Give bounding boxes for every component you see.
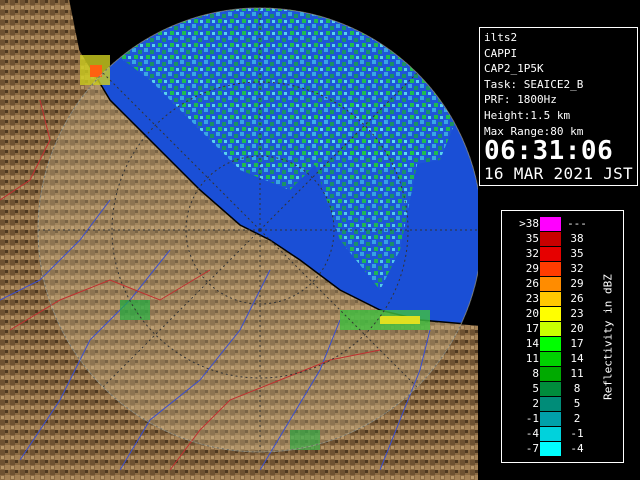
legend-unit-label: Reflectivity in dBZ — [601, 274, 615, 400]
reflectivity-legend: >38 --- 35 38 32 35 29 32 26 29 23 26 20 23 17 20 14 17 11… — [501, 210, 624, 463]
legend-row: 25 — [502, 397, 592, 411]
legend-high-value: --- — [567, 217, 587, 230]
radar-name: ilts2 — [484, 31, 518, 44]
legend-color-swatch — [540, 322, 561, 336]
legend-row: 14 17 — [502, 337, 592, 351]
legend-high-value: 14 — [570, 352, 584, 365]
legend-color-swatch — [540, 232, 561, 246]
legend-high-value: 23 — [570, 307, 584, 320]
legend-low-value: 35 — [525, 232, 539, 245]
legend-high-value: -4 — [570, 442, 584, 455]
legend-row: 26 29 — [502, 277, 592, 291]
legend-high-value: 20 — [570, 322, 584, 335]
legend-low-value: 20 — [525, 307, 539, 320]
legend-color-swatch — [540, 337, 561, 351]
legend-low-value: >38 — [519, 217, 539, 230]
task-name: Task: SEAICE2_B — [484, 77, 584, 91]
legend-row: 32 35 — [502, 247, 592, 261]
legend-low-value: 11 — [525, 352, 539, 365]
legend-row: 17 20 — [502, 322, 592, 336]
legend-high-value: 29 — [570, 277, 584, 290]
legend-high-value: 2 — [573, 412, 581, 425]
legend-low-value: 8 — [532, 367, 539, 380]
legend-color-swatch — [540, 442, 561, 456]
radar-info-panel: ilts2 CAPPI CAP2_1P5K Task: SEAICE2_B PR… — [479, 27, 638, 186]
legend-row: -1 2 — [502, 412, 592, 426]
legend-low-value: 5 — [532, 382, 539, 395]
radar-map — [0, 0, 478, 480]
legend-row: -4 -1 — [502, 427, 592, 441]
legend-color-swatch — [540, 307, 561, 321]
legend-high-value: 5 — [573, 397, 581, 410]
legend-high-value: 35 — [570, 247, 584, 260]
legend-low-value: -4 — [525, 427, 539, 440]
legend-color-swatch — [540, 427, 561, 441]
legend-color-swatch — [540, 382, 561, 396]
observation-time: 06:31:06 — [484, 136, 614, 167]
legend-low-value: 2 — [532, 397, 539, 410]
legend-color-swatch — [540, 217, 561, 231]
legend-high-value: 17 — [570, 337, 584, 350]
legend-row: 11 14 — [502, 352, 592, 366]
legend-row: 8 11 — [502, 367, 592, 381]
legend-color-swatch — [540, 292, 561, 306]
legend-row: -7 -4 — [502, 442, 592, 456]
cappi-height: Height:1.5 km — [484, 108, 571, 122]
legend-high-value: 11 — [570, 367, 584, 380]
legend-low-value: 32 — [525, 247, 539, 260]
legend-color-swatch — [540, 367, 561, 381]
legend-low-value: -1 — [525, 412, 539, 425]
legend-color-swatch — [540, 397, 561, 411]
legend-color-swatch — [540, 277, 561, 291]
product-type: CAPPI — [484, 46, 518, 60]
legend-row: 29 32 — [502, 262, 592, 276]
legend-row: 35 38 — [502, 232, 592, 246]
legend-row: >38 --- — [502, 217, 592, 231]
product-code: CAP2_1P5K — [484, 62, 544, 76]
legend-row: 20 23 — [502, 307, 592, 321]
observation-date: 16 MAR 2021 JST — [484, 164, 633, 184]
legend-high-value: -1 — [570, 427, 584, 440]
legend-low-value: 23 — [525, 292, 539, 305]
legend-low-value: -7 — [525, 442, 539, 455]
legend-low-value: 17 — [525, 322, 539, 335]
legend-color-swatch — [540, 412, 561, 426]
legend-color-swatch — [540, 352, 561, 366]
legend-high-value: 26 — [570, 292, 584, 305]
legend-low-value: 29 — [525, 262, 539, 275]
legend-row: 58 — [502, 382, 592, 396]
legend-row: 23 26 — [502, 292, 592, 306]
legend-color-swatch — [540, 247, 561, 261]
legend-high-value: 8 — [573, 382, 581, 395]
legend-high-value: 32 — [570, 262, 584, 275]
legend-color-swatch — [540, 262, 561, 276]
legend-high-value: 38 — [570, 232, 584, 245]
legend-low-value: 26 — [525, 277, 539, 290]
legend-low-value: 14 — [525, 337, 539, 350]
prf-value: PRF: 1800Hz — [484, 93, 557, 107]
